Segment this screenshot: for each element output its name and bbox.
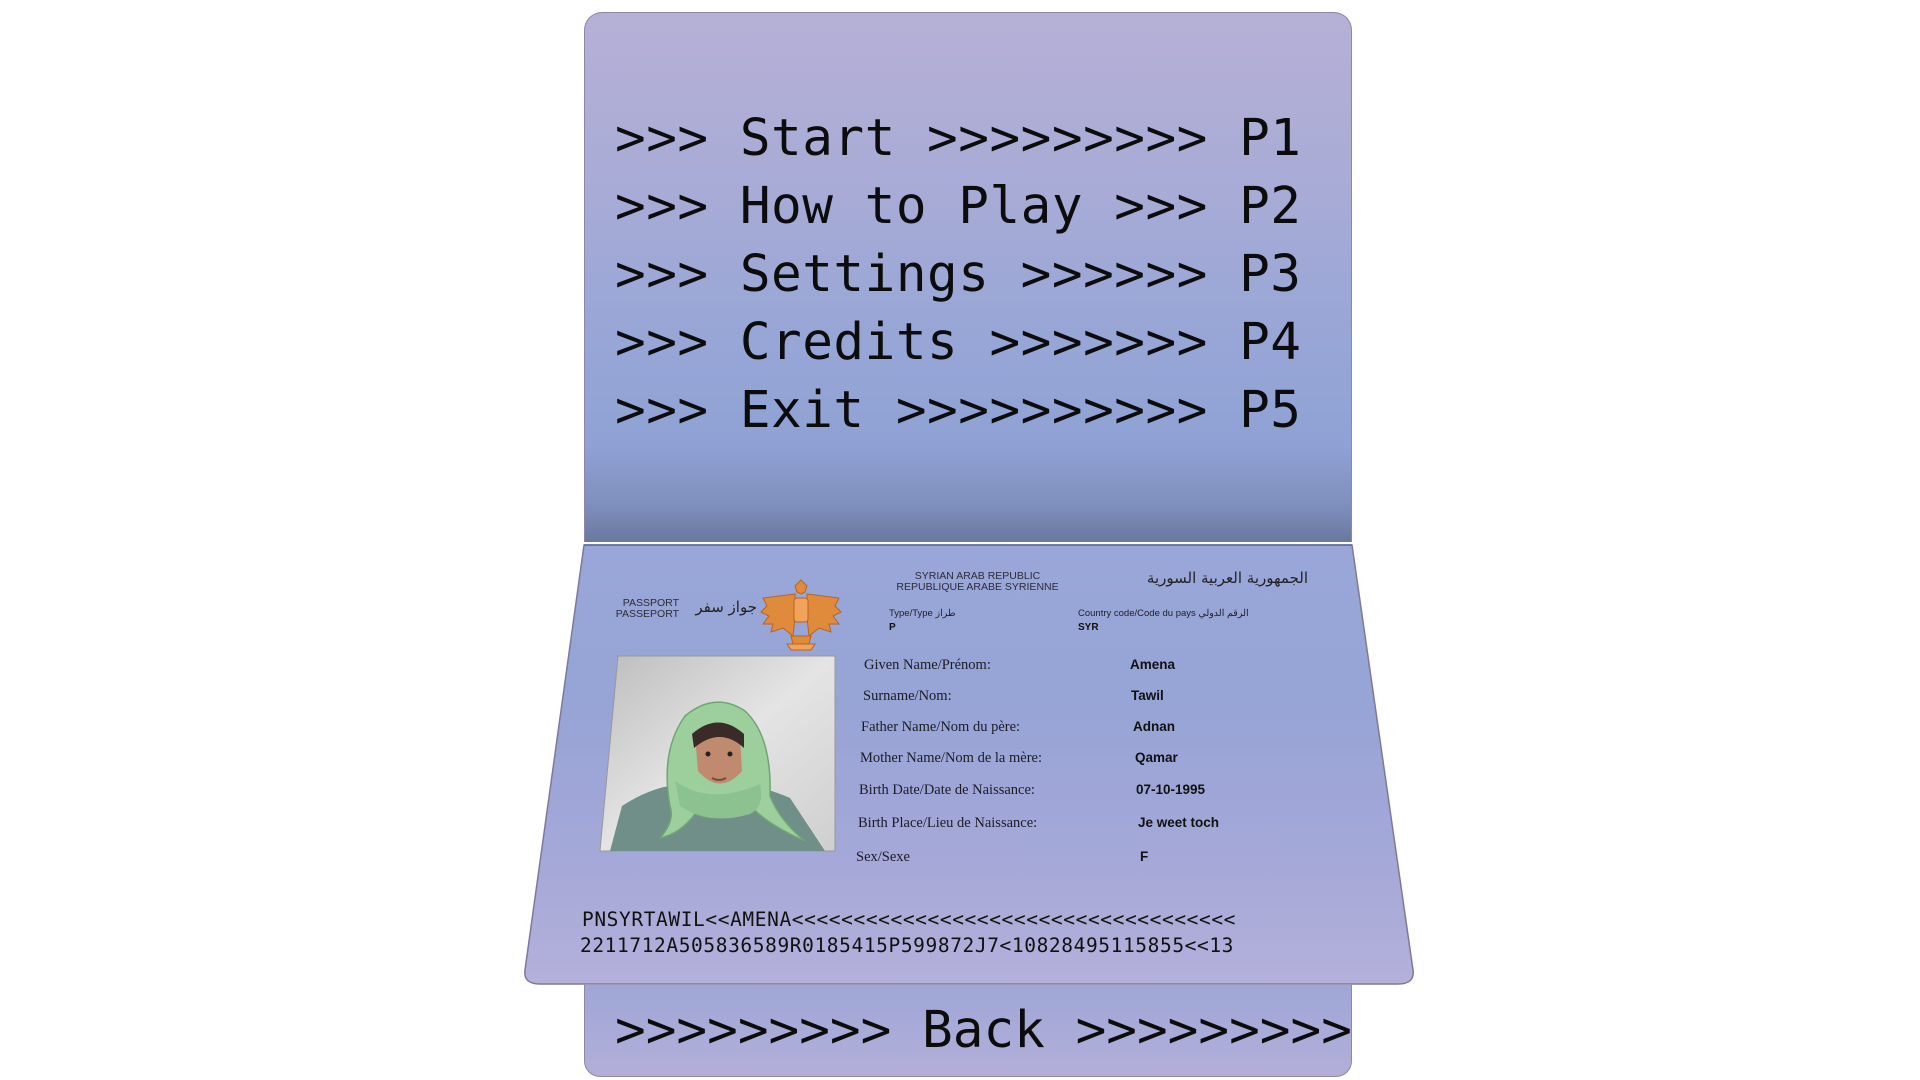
back-tab: >>>>>>>>> Back >>>>>>>>> [584,985,1352,1077]
passport-title: PASSPORT PASSEPORT [603,598,679,620]
country-name-ar: الجمهورية العربية السورية [1146,569,1308,587]
main-menu: >>> Start >>>>>>>>> P1 >>> How to Play >… [615,105,1302,445]
passport-title-fr: PASSEPORT [615,608,679,620]
type-label: Type/Type طراز [889,608,956,619]
menu-item-exit[interactable]: >>> Exit >>>>>>>>>> P5 [615,377,1302,445]
country-code-value: SYR [1078,622,1099,633]
mother-name-label: Mother Name/Nom de la mère: [860,750,1042,766]
father-name-label: Father Name/Nom du père: [861,719,1021,735]
back-button[interactable]: >>>>>>>>> Back >>>>>>>>> [615,999,1352,1063]
menu-item-settings[interactable]: >>> Settings >>>>>> P3 [615,241,1302,309]
birth-place-label: Birth Place/Lieu de Naissance: [858,815,1038,831]
birth-place-value: Je weet toch [1138,815,1220,830]
menu-item-how-to-play[interactable]: >>> How to Play >>> P2 [615,173,1302,241]
surname-value: Tawil [1131,688,1164,703]
menu-item-credits[interactable]: >>> Credits >>>>>>> P4 [615,309,1302,377]
sex-label: Sex/Sexe [856,849,910,865]
syrian-eagle-emblem-icon [760,579,842,651]
country-code-label: Country code/Code du pays الرقم الدولي [1078,608,1249,619]
country-name: SYRIAN ARAB REPUBLIC REPUBLIQUE ARABE SY… [880,571,1075,593]
country-name-fr: REPUBLIQUE ARABE SYRIENNE [896,581,1059,593]
mother-name-value: Qamar [1135,750,1178,765]
menu-item-start[interactable]: >>> Start >>>>>>>>> P1 [615,105,1302,173]
sex-value: F [1140,849,1149,864]
portrait-photo [599,655,836,852]
mrz-line-1: PNSYRTAWIL<<AMENA<<<<<<<<<<<<<<<<<<<<<<<… [582,908,1237,931]
type-value: P [889,622,896,633]
passport-title-ar: جواز سفر [695,598,757,616]
mrz-line-2: 2211712A505836589R0185415P599872J7<10828… [580,934,1235,957]
father-name-value: Adnan [1133,719,1175,734]
given-name-label: Given Name/Prénom: [864,657,991,673]
given-name-value: Amena [1130,657,1176,672]
menu-page: >>> Start >>>>>>>>> P1 >>> How to Play >… [584,12,1352,542]
birth-date-label: Birth Date/Date de Naissance: [859,782,1035,798]
birth-date-value: 07-10-1995 [1136,782,1206,797]
surname-label: Surname/Nom: [863,688,952,704]
